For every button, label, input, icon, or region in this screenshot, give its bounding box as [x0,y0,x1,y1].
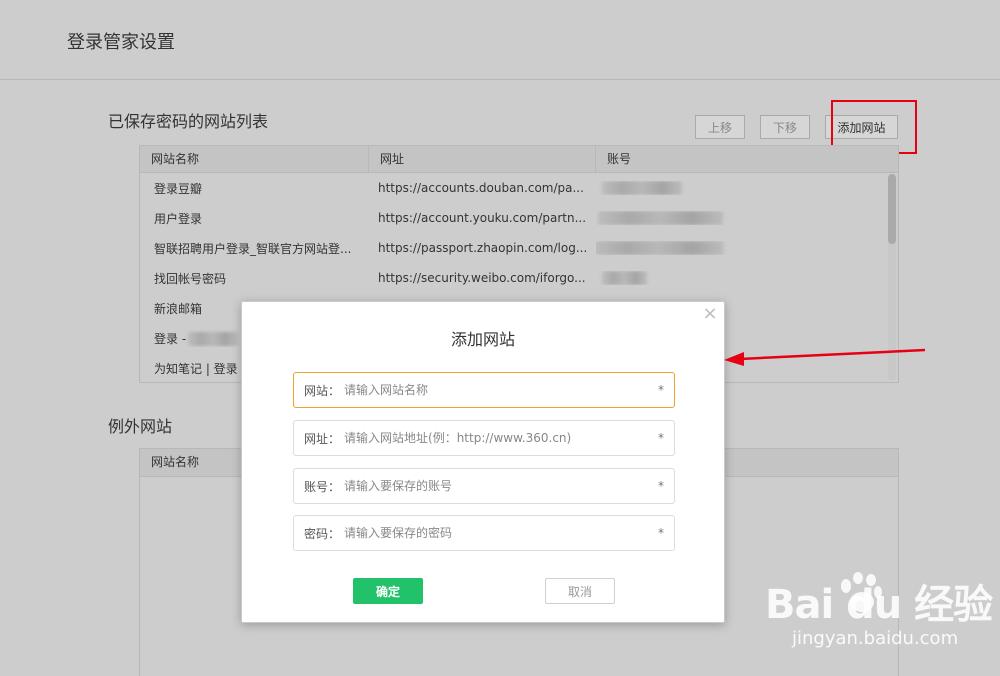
account-field[interactable]: 账号： * [293,468,675,504]
password-field[interactable]: 密码： * [293,515,675,551]
col-header-site-name[interactable]: 网站名称 [140,146,369,172]
move-up-button[interactable]: 上移 [695,115,745,139]
field-label: 密码： [304,526,341,541]
move-down-button[interactable]: 下移 [760,115,810,139]
header-bar: 登录管家设置 [0,0,1000,80]
close-icon[interactable]: × [701,305,719,323]
cell-url: https://account.youku.com/partn... [378,211,587,225]
paw-icon [841,572,882,612]
table-header: 网站名称 网址 账号 [140,146,898,173]
annotation-arrow-icon [724,348,926,366]
cell-url: https://accounts.douban.com/pa... [378,181,584,195]
cancel-button[interactable]: 取消 [545,578,615,604]
field-label: 网站： [304,383,341,398]
password-input[interactable] [340,526,658,540]
field-label: 网址： [304,431,341,446]
required-mark: * [658,526,664,540]
cell-site-name: 登录豆瓣 [154,181,203,196]
table-row[interactable]: 登录豆瓣 https://accounts.douban.com/pa... [140,173,898,203]
site-name-field[interactable]: 网站： * [293,372,675,408]
cell-account-blurred [596,211,898,226]
col-header-url[interactable]: 网址 [369,146,596,172]
required-mark: * [658,479,664,493]
page-title: 登录管家设置 [67,32,175,53]
site-name-input[interactable] [340,383,658,397]
cell-site-name: 用户登录 [154,211,203,226]
cell-account-blurred [596,241,898,256]
scrollbar-thumb[interactable] [888,174,896,244]
col-header-account[interactable]: 账号 [596,146,898,172]
site-url-field[interactable]: 网址： * [293,420,675,456]
cell-url: https://passport.zhaopin.com/log... [378,241,588,255]
required-mark: * [658,383,664,397]
cell-site-name: 找回帐号密码 [154,271,227,286]
required-mark: * [658,431,664,445]
dialog-title: 添加网站 [450,330,515,349]
cell-account-blurred [596,181,898,196]
site-url-input[interactable] [340,431,658,445]
table-row[interactable]: 用户登录 https://account.youku.com/partn... [140,203,898,233]
exception-sites-title: 例外网站 [108,417,173,436]
field-label: 账号： [304,479,341,494]
table-row[interactable]: 找回帐号密码 https://security.weibo.com/iforgo… [140,263,898,293]
account-input[interactable] [340,479,658,493]
saved-sites-title: 已保存密码的网站列表 [108,112,269,131]
cell-site-name: 智联招聘用户登录_智联官方网站登... [154,241,352,256]
table-row[interactable]: 智联招聘用户登录_智联官方网站登... https://passport.zha… [140,233,898,263]
add-site-dialog: × 添加网站 网站： * 网址： * 账号： * 密码： * 确定 取消 [241,301,725,623]
cell-account-blurred [596,271,898,286]
baidu-watermark-url: jingyan.baidu.com [792,628,959,649]
cell-url: https://security.weibo.com/iforgo... [378,271,586,285]
confirm-button[interactable]: 确定 [353,578,423,604]
